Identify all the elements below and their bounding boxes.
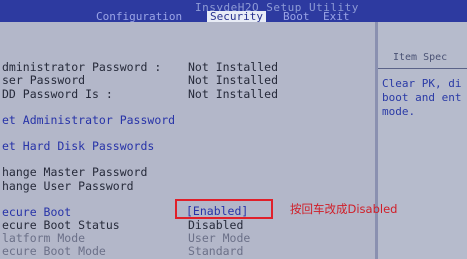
help-panel: Item Spec Clear PK, di boot and ent mode… (378, 22, 467, 259)
secure-boot-mode-value: Standard (188, 244, 244, 258)
set-hdd-passwords-item[interactable]: et Hard Disk Passwords (2, 140, 154, 153)
help-title: Item Spec (393, 52, 448, 63)
tab-exit[interactable]: Exit (323, 11, 350, 22)
secure-boot-value[interactable]: [Enabled] (186, 204, 248, 218)
tab-boot[interactable]: Boot (283, 11, 310, 22)
set-admin-password-item[interactable]: et Administrator Password (2, 114, 175, 127)
hdd-password-label: DD Password Is : (2, 87, 113, 101)
tab-security[interactable]: Security (207, 11, 266, 22)
tab-configuration[interactable]: Configuration (96, 11, 182, 22)
change-master-password-item[interactable]: hange Master Password (2, 166, 147, 179)
help-separator (378, 68, 467, 69)
bios-screen: InsydeH2O Setup Utility Configuration Se… (0, 0, 467, 259)
annotation-text: 按回车改成Disabled (290, 202, 398, 216)
user-password-value: Not Installed (188, 73, 279, 87)
hdd-password-value: Not Installed (188, 87, 279, 101)
title-bar: InsydeH2O Setup Utility Configuration Se… (0, 0, 467, 22)
user-password-label: ser Password (2, 73, 86, 87)
secure-boot-mode-label: ecure Boot Mode (2, 244, 106, 258)
help-text: Clear PK, di boot and ent mode. (382, 77, 462, 118)
change-user-password-item[interactable]: hange User Password (2, 180, 134, 193)
